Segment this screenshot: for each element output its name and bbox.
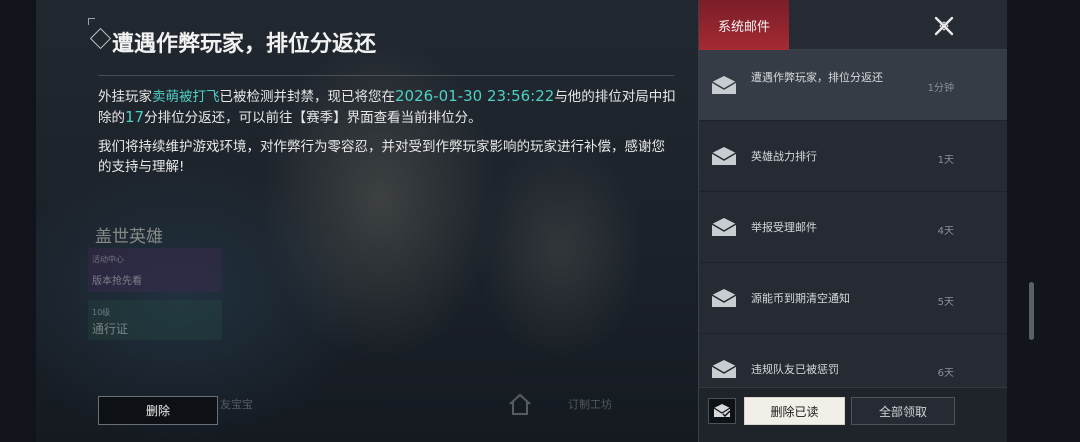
claim-all-button[interactable]: 全部领取 (851, 397, 955, 425)
cheater-name: 卖萌被打飞 (152, 89, 220, 105)
close-icon (934, 16, 954, 36)
envelope-icon (712, 289, 736, 307)
mail-item-time: 5天 (937, 297, 954, 308)
bg-home-icon (509, 393, 531, 415)
bg-workshop-label: 订制工坊 (568, 398, 612, 411)
mail-item-time: 4天 (937, 226, 954, 237)
mail-list-item[interactable]: 遭遇作弊玩家，排位分返还 1分钟 (699, 50, 1007, 121)
p1-text-d: 分排位分返还，可以前往【赛季】界面查看当前排位分。 (144, 110, 482, 126)
bg-level-label: 10级 (92, 308, 111, 317)
envelope-icon (712, 76, 736, 94)
mail-list-item[interactable]: 源能币到期清空通知 5天 (699, 263, 1007, 334)
mail-item-title: 遭遇作弊玩家，排位分返还 (751, 71, 883, 84)
mail-item-title: 举报受理邮件 (751, 221, 817, 234)
match-time: 2026-01-30 23:56:22 (395, 87, 555, 105)
mail-paragraph-2: 我们将持续维护游戏环境，对作弊行为零容忍，并对受到作弊玩家影响的玩家进行补偿，感… (98, 139, 665, 175)
mail-title: 遭遇作弊玩家，排位分返还 (112, 32, 377, 57)
bg-pass-label: 通行证 (92, 322, 129, 336)
bg-friend-label: 友宝宝 (220, 398, 253, 411)
side-scroll-indicator[interactable] (1029, 282, 1034, 340)
mail-list-item[interactable]: 英雄战力排行 1天 (699, 121, 1007, 192)
mail-item-title: 源能币到期清空通知 (751, 292, 850, 305)
envelope-icon (712, 360, 736, 378)
mail-item-time: 6天 (937, 368, 954, 379)
title-corner-decoration (88, 18, 95, 25)
mail-item-title: 违规队友已被惩罚 (751, 363, 839, 376)
screen-right-edge (1007, 0, 1080, 442)
mail-item-time: 1天 (937, 155, 954, 166)
delete-read-button[interactable]: 删除已读 (744, 397, 845, 425)
mail-paragraph-1: 外挂玩家卖萌被打飞已被检测并封禁，现已将您在2026-01-30 23:56:2… (98, 86, 678, 128)
envelope-icon (712, 147, 736, 165)
mail-item-time: 1分钟 (927, 83, 954, 94)
tab-system-mail[interactable]: 系统邮件 (699, 0, 789, 50)
bg-preview-label: 版本抢先看 (92, 276, 142, 287)
mail-list-item[interactable]: 举报受理邮件 4天 (699, 192, 1007, 263)
refund-points: 17 (125, 108, 145, 126)
p1-text-b: 已被检测并封禁，现已将您在 (219, 89, 396, 105)
bg-hero-title: 盖世英雄 (95, 227, 163, 247)
mail-check-icon (713, 404, 731, 418)
screen-left-edge (0, 0, 36, 442)
mail-item-title: 英雄战力排行 (751, 150, 817, 163)
delete-mail-button[interactable]: 删除 (98, 396, 218, 425)
mark-read-button[interactable] (708, 398, 736, 424)
bg-event-label: 活动中心 (92, 255, 124, 264)
title-divider (98, 75, 674, 76)
envelope-icon (712, 218, 736, 236)
p1-text-a: 外挂玩家 (98, 89, 152, 105)
close-button[interactable] (931, 13, 957, 39)
